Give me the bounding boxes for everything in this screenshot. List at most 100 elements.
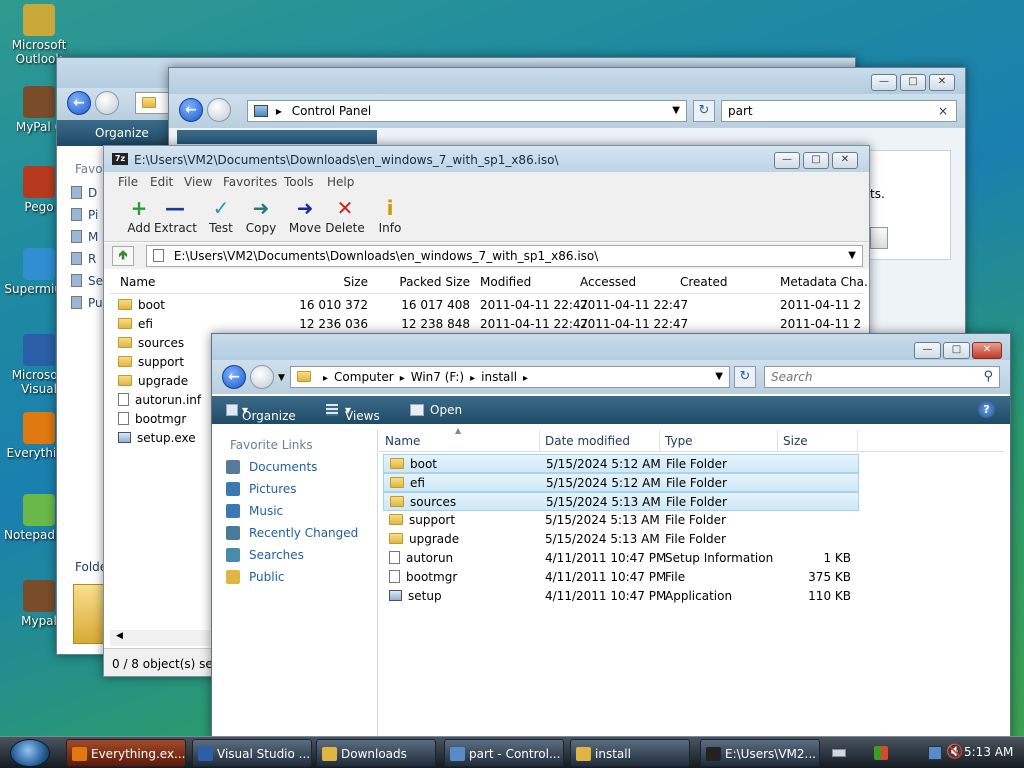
network-icon[interactable] <box>928 746 942 760</box>
nav-link[interactable]: D <box>71 186 97 200</box>
breadcrumb-chevron-icon[interactable]: ▸ <box>470 373 475 384</box>
favorite-link-documents[interactable]: Documents <box>226 460 317 474</box>
clock[interactable]: 5:13 AM <box>964 745 1013 759</box>
favorite-link-public[interactable]: Public <box>226 570 285 584</box>
favorite-link-searches[interactable]: Searches <box>226 548 304 562</box>
file-row[interactable]: support 5/15/2024 5:13 AM File Folder <box>383 511 859 530</box>
nav-link[interactable]: R <box>71 252 96 266</box>
help-icon[interactable]: ? <box>978 401 995 418</box>
menu-favorites[interactable]: Favorites <box>223 175 277 189</box>
nav-link[interactable]: M <box>71 230 98 244</box>
forward-arrow-icon[interactable] <box>250 365 274 389</box>
scroll-left-icon[interactable]: ◀ <box>116 631 123 641</box>
column-header-size[interactable]: Size <box>783 430 858 452</box>
menu-edit[interactable]: Edit <box>150 175 173 189</box>
menu-help[interactable]: Help <box>327 175 354 189</box>
up-folder-icon[interactable]: 🢁 <box>112 246 134 266</box>
column-header-accessed[interactable]: Accessed <box>580 270 675 294</box>
search-input[interactable] <box>771 370 971 384</box>
minimize-button[interactable]: — <box>871 74 897 91</box>
organize-button[interactable]: Organize <box>95 126 149 140</box>
title-bar[interactable]: 7z E:\Users\VM2\Documents\Downloads\en_w… <box>104 146 869 172</box>
column-header-name[interactable]: Name <box>385 430 540 452</box>
maximize-button[interactable]: □ <box>803 152 829 169</box>
delete-button[interactable]: ✕ Delete <box>324 195 366 235</box>
close-button[interactable]: ✕ <box>929 74 955 91</box>
clear-search-icon[interactable]: × <box>938 101 948 121</box>
column-header-created[interactable]: Created <box>680 270 775 294</box>
close-button[interactable]: ✕ <box>832 152 858 169</box>
favorite-link-pictures[interactable]: Pictures <box>226 482 297 496</box>
column-header-type[interactable]: Type <box>665 430 778 452</box>
dropdown-arrow-icon[interactable]: ▼ <box>848 246 856 266</box>
title-bar[interactable]: — □ ✕ <box>169 68 965 94</box>
maximize-button[interactable]: □ <box>943 342 970 359</box>
breadcrumb-chevron-icon[interactable]: ▸ <box>523 373 528 384</box>
file-row[interactable]: sources 5/15/2024 5:13 AM File Folder <box>383 492 859 511</box>
nav-link[interactable]: Pu <box>71 296 103 310</box>
shield-icon[interactable] <box>874 746 888 760</box>
dropdown-arrow-icon[interactable]: ▼ <box>672 101 680 121</box>
taskbar-item-e-users-vm2[interactable]: E:\Users\VM2... <box>700 739 820 767</box>
extract-button[interactable]: — Extract <box>154 195 197 235</box>
menu-file[interactable]: File <box>118 175 138 189</box>
breadcrumb-chevron-icon[interactable]: ▸ <box>400 373 405 384</box>
title-bar[interactable]: — □ ✕ <box>212 334 1010 360</box>
file-row[interactable]: upgrade 5/15/2024 5:13 AM File Folder <box>383 530 859 549</box>
back-arrow-icon[interactable]: ← <box>222 365 246 389</box>
recent-pages-arrow-icon[interactable]: ▼ <box>278 373 285 383</box>
minimize-button[interactable]: — <box>774 152 800 169</box>
column-header-size[interactable]: Size <box>280 270 368 294</box>
breadcrumb-install[interactable]: install <box>481 370 517 384</box>
maximize-button[interactable]: □ <box>900 74 926 91</box>
close-button[interactable]: ✕ <box>972 342 1002 359</box>
file-row[interactable]: bootmgr 4/11/2011 10:47 PM File 375 KB <box>383 568 859 587</box>
info-button[interactable]: i Info <box>369 195 411 235</box>
organize-button[interactable]: Organize ▾ <box>242 403 296 423</box>
column-header-metadata-cha[interactable]: Metadata Cha... <box>780 270 869 294</box>
taskbar-item-visual-studio[interactable]: Visual Studio ... <box>192 739 312 767</box>
move-button[interactable]: ➜ Move <box>284 195 326 235</box>
dropdown-arrow-icon[interactable]: ▼ <box>715 367 723 387</box>
favorite-link-recently-changed[interactable]: Recently Changed <box>226 526 358 540</box>
column-header-date-modified[interactable]: Date modified <box>545 430 660 452</box>
archive-row[interactable]: efi 12 236 036 12 238 848 2011-04-11 22:47 2… <box>110 315 863 334</box>
refresh-icon[interactable]: ↻ <box>734 366 756 388</box>
taskbar-item-downloads[interactable]: Downloads <box>316 739 436 767</box>
column-header-packed-size[interactable]: Packed Size <box>380 270 470 294</box>
taskbar-item-part-control[interactable]: part - Control... <box>444 739 564 767</box>
search-box[interactable]: part × <box>721 100 957 122</box>
minimize-button[interactable]: — <box>914 342 941 359</box>
address-bar[interactable]: ▸ Control Panel ▼ <box>247 100 687 122</box>
favorite-link-music[interactable]: Music <box>226 504 283 518</box>
breadcrumb-chevron-icon[interactable]: ▸ <box>323 373 328 384</box>
taskbar-item-install[interactable]: install <box>570 739 690 767</box>
open-button[interactable]: Open <box>430 403 462 417</box>
menu-tools[interactable]: Tools <box>284 175 314 189</box>
horizontal-scrollbar[interactable]: ◀ <box>110 630 210 646</box>
copy-button[interactable]: ➜ Copy <box>240 195 282 235</box>
forward-arrow-icon[interactable] <box>207 98 231 122</box>
nav-link[interactable]: Pi <box>71 208 98 222</box>
search-box[interactable]: ⚲ <box>764 366 1000 388</box>
nav-link[interactable]: Se <box>71 274 103 288</box>
back-arrow-icon[interactable]: ← <box>179 98 203 122</box>
column-header-name[interactable]: Name <box>120 270 270 294</box>
views-button[interactable]: Views ▾ <box>345 403 380 423</box>
address-bar[interactable]: ▸ Computer ▸ Win7 (F:) ▸ install ▸ ▼ <box>290 366 730 388</box>
file-row[interactable]: efi 5/15/2024 5:12 AM File Folder <box>383 473 859 492</box>
file-row[interactable]: setup 4/11/2011 10:47 PM Application 110 KB <box>383 587 859 606</box>
back-arrow-icon[interactable]: ← <box>67 91 91 115</box>
menu-view[interactable]: View <box>184 175 212 189</box>
file-row[interactable]: autorun 4/11/2011 10:47 PM Setup Informati… <box>383 549 859 568</box>
panel-button[interactable] <box>870 227 888 249</box>
file-row[interactable]: boot 5/15/2024 5:12 AM File Folder <box>383 454 859 473</box>
breadcrumb-computer[interactable]: Computer <box>334 370 394 384</box>
archive-row[interactable]: boot 16 010 372 16 017 408 2011-04-11 22:47… <box>110 296 863 315</box>
search-input[interactable]: part <box>728 104 753 118</box>
path-input[interactable]: E:\Users\VM2\Documents\Downloads\en_wind… <box>146 245 863 267</box>
forward-arrow-icon[interactable] <box>95 91 119 115</box>
start-button[interactable] <box>10 739 50 767</box>
keyboard-icon[interactable] <box>832 749 846 757</box>
install-explorer-window[interactable]: — □ ✕ ← ▼ ▸ Computer ▸ Win7 (F:) ▸ install ▸ ▼ … <box>211 333 1011 743</box>
